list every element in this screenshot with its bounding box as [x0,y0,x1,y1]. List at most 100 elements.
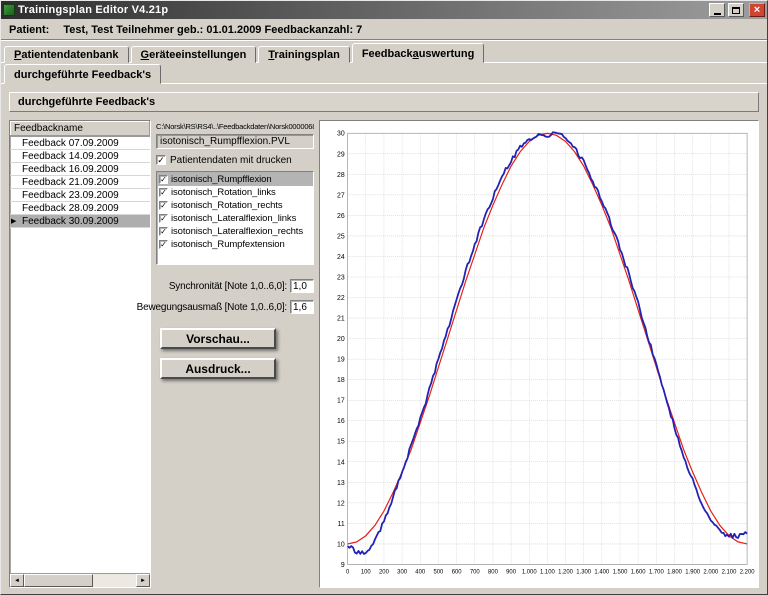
window-title: Trainingsplan Editor V4.21p [18,4,706,16]
feedback-name: Feedback 14.09.2009 [22,151,119,162]
svg-text:14: 14 [337,459,345,466]
main-tabstrip: Patientendatenbank Geräteeinstellungen T… [1,41,767,63]
svg-text:27: 27 [337,192,345,199]
feedback-file-path: C:\Norsk\RS\RS4\..\Feedbackdaten\Norsk00… [156,122,314,132]
svg-text:900: 900 [506,570,516,576]
exercise-item[interactable]: ✓isotonisch_Rumpfflexion [157,173,313,186]
list-item[interactable]: Feedback 23.09.2009 [10,189,150,202]
svg-text:1.000: 1.000 [522,570,537,576]
svg-text:300: 300 [397,570,407,576]
tab-feedbackauswertung[interactable]: Feedbackauswertung [352,43,485,63]
patient-value: Test, Test Teilnehmer geb.: 01.01.2009 F… [63,24,362,36]
exercise-label: isotonisch_Rumpfflexion [171,174,272,185]
print-patientdata-label: Patientendaten mit drucken [170,155,292,166]
bewegungsausmass-row: Bewegungsausmaß [Note 1,0..6,0]: [156,300,314,314]
svg-text:1.300: 1.300 [576,570,591,576]
bewegungsausmass-label: Bewegungsausmaß [Note 1,0..6,0]: [137,302,287,313]
synchronitaet-input[interactable] [290,279,314,293]
svg-text:1.800: 1.800 [667,570,682,576]
tab-page: durchgeführte Feedback's Feedbackname Fe… [1,84,767,594]
svg-text:19: 19 [337,356,345,363]
svg-text:10: 10 [337,541,345,548]
patient-bar: Patient: Test, Test Teilnehmer geb.: 01.… [1,19,767,41]
svg-text:1.600: 1.600 [631,570,646,576]
exercise-checkbox[interactable]: ✓ [159,240,168,249]
feedback-chart: 9101112131415161718192021222324252627282… [322,123,756,585]
pvl-file-field[interactable]: isotonisch_Rumpfflexion.PVL [156,134,314,149]
svg-text:13: 13 [337,480,345,487]
group-header: durchgeführte Feedback's [9,92,759,112]
synchronitaet-label: Synchronität [Note 1,0..6,0]: [169,281,287,292]
tab-patientendatenbank[interactable]: Patientendatenbank [4,46,129,63]
maximize-button[interactable] [728,3,744,17]
row-marker-icon: ▶ [11,217,16,226]
list-item[interactable]: Feedback 28.09.2009 [10,202,150,215]
svg-text:15: 15 [337,439,345,446]
svg-text:18: 18 [337,377,345,384]
svg-text:200: 200 [379,570,389,576]
svg-text:26: 26 [337,213,345,220]
app-window: Trainingsplan Editor V4.21p × Patient: T… [0,0,768,595]
svg-text:22: 22 [337,295,345,302]
print-patientdata-checkbox-row[interactable]: ✓ Patientendaten mit drucken [156,154,314,166]
list-item[interactable]: Feedback 16.09.2009 [10,163,150,176]
print-patientdata-checkbox[interactable]: ✓ [156,155,166,165]
svg-text:0: 0 [346,570,350,576]
bewegungsausmass-input[interactable] [290,300,314,314]
exercise-item[interactable]: ✓isotonisch_Rotation_links [157,186,313,199]
feedback-name: Feedback 07.09.2009 [22,138,119,149]
close-button[interactable]: × [749,3,765,17]
synchronitaet-row: Synchronität [Note 1,0..6,0]: [156,279,314,293]
svg-text:17: 17 [337,398,345,405]
svg-text:24: 24 [337,254,345,261]
tab-trainingsplan[interactable]: Trainingsplan [258,46,350,63]
detail-panel: C:\Norsk\RS\RS4\..\Feedbackdaten\Norsk00… [156,120,314,588]
svg-text:2.000: 2.000 [703,570,718,576]
svg-text:1.700: 1.700 [649,570,664,576]
feedback-name: Feedback 30.09.2009 [22,216,119,227]
svg-text:28: 28 [337,172,345,179]
feedback-name: Feedback 16.09.2009 [22,164,119,175]
svg-text:500: 500 [433,570,443,576]
vorschau-button[interactable]: Vorschau... [160,328,276,349]
svg-text:600: 600 [452,570,462,576]
tab-geraeteeinstellungen[interactable]: Geräteeinstellungen [131,46,257,63]
svg-text:2.100: 2.100 [722,570,737,576]
ausdruck-button[interactable]: Ausdruck... [160,358,276,379]
exercise-item[interactable]: ✓isotonisch_Lateralflexion_rechts [157,225,313,238]
exercise-checkbox[interactable]: ✓ [159,227,168,236]
scroll-left-icon[interactable]: ◄ [10,574,24,587]
svg-text:21: 21 [337,315,345,322]
exercise-item[interactable]: ✓isotonisch_Rotation_rechts [157,199,313,212]
exercise-checkbox[interactable]: ✓ [159,201,168,210]
scroll-right-icon[interactable]: ► [136,574,150,587]
minimize-button[interactable] [709,3,725,17]
scroll-thumb[interactable] [24,574,93,587]
list-hscrollbar[interactable]: ◄ ► [10,573,150,587]
sub-tabstrip: durchgeführte Feedback's [1,63,767,84]
list-item[interactable]: Feedback 21.09.2009 [10,176,150,189]
scroll-track[interactable] [24,574,136,587]
svg-text:700: 700 [470,570,480,576]
feedback-name: Feedback 21.09.2009 [22,177,119,188]
list-item[interactable]: ▶ Feedback 30.09.2009 [10,215,150,228]
feedback-name: Feedback 23.09.2009 [22,190,119,201]
exercise-checkbox[interactable]: ✓ [159,188,168,197]
list-item[interactable]: Feedback 14.09.2009 [10,150,150,163]
exercise-checkbox[interactable]: ✓ [159,175,168,184]
svg-text:800: 800 [488,570,498,576]
svg-text:1.400: 1.400 [594,570,609,576]
patient-label: Patient: [9,24,49,36]
exercise-label: isotonisch_Lateralflexion_rechts [171,226,303,237]
list-item[interactable]: Feedback 07.09.2009 [10,137,150,150]
exercise-item[interactable]: ✓isotonisch_Lateralflexion_links [157,212,313,225]
subtab-durchgefuehrte-feedbacks[interactable]: durchgeführte Feedback's [4,64,161,84]
exercise-checkbox[interactable]: ✓ [159,214,168,223]
svg-text:1.100: 1.100 [540,570,555,576]
exercise-checklist: ✓isotonisch_Rumpfflexion✓isotonisch_Rota… [156,171,314,265]
exercise-item[interactable]: ✓isotonisch_Rumpfextension [157,238,313,251]
feedback-list-header[interactable]: Feedbackname [10,121,150,137]
svg-text:1.900: 1.900 [685,570,700,576]
svg-text:25: 25 [337,233,345,240]
svg-text:29: 29 [337,151,345,158]
